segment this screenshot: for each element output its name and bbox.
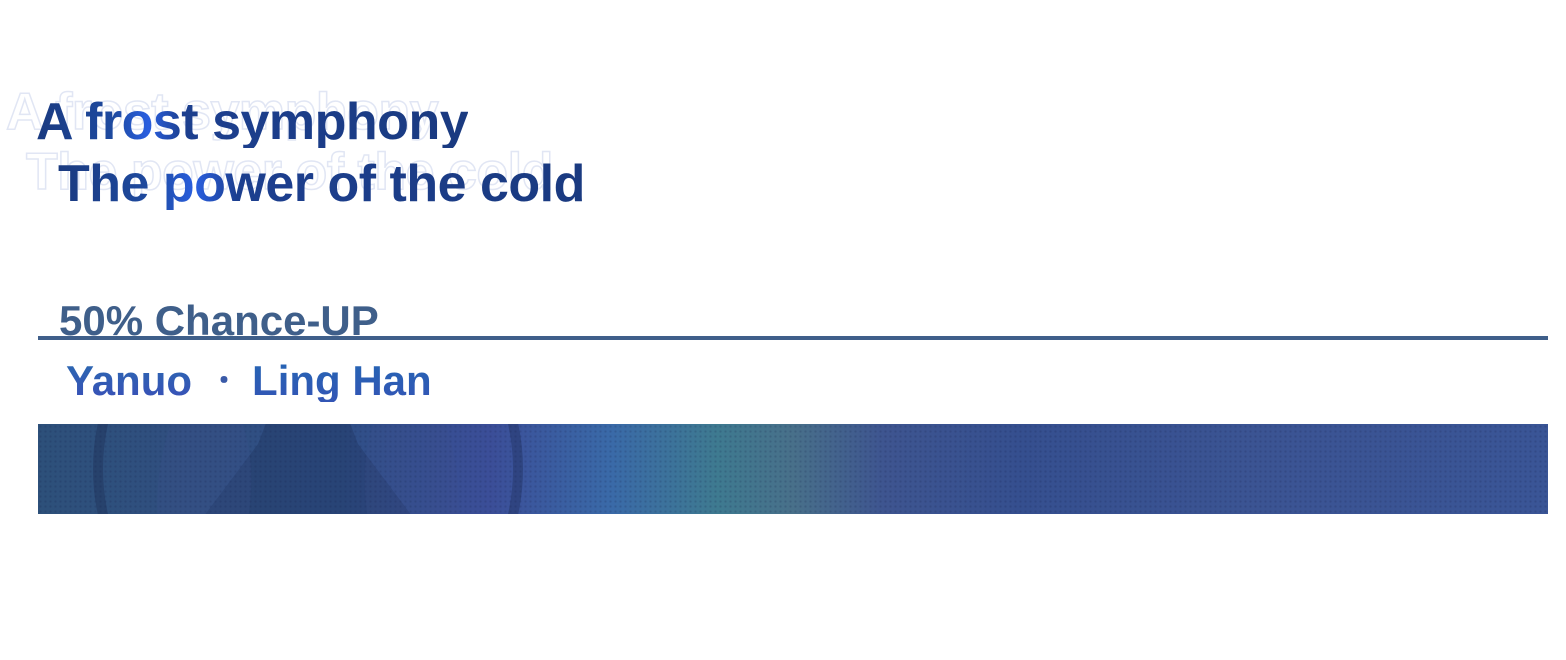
- featured-characters: Yanuo ・ Ling Han: [66, 360, 432, 402]
- character-name-ling-han[interactable]: Ling Han: [252, 360, 432, 402]
- dot-texture: [38, 424, 1548, 514]
- title-line-2: The power of the cold: [58, 155, 585, 213]
- name-separator: ・: [210, 365, 239, 396]
- divider: [38, 336, 1548, 340]
- title-line-1: A frost symphony: [36, 93, 469, 151]
- banner-strip: [38, 424, 1548, 514]
- character-name-yanuo[interactable]: Yanuo: [66, 360, 192, 402]
